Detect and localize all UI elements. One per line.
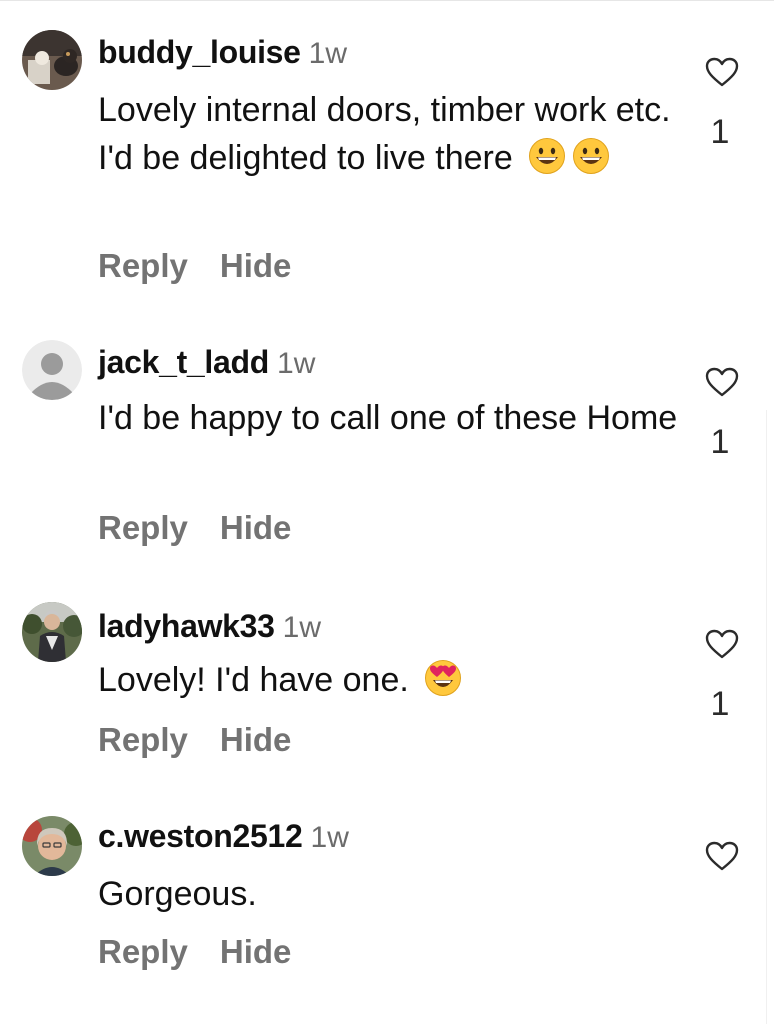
hide-button[interactable]: Hide [220, 246, 292, 286]
username[interactable]: ladyhawk33 [98, 608, 275, 644]
heart-eyes-emoji [425, 660, 462, 696]
comment-header: jack_t_ladd 1w [98, 342, 315, 384]
timestamp: 1w [308, 37, 348, 70]
comment-item: ladyhawk33 1w Lovely! I'd have one. Reply… [0, 570, 774, 786]
grinning-face-emoji [529, 138, 566, 174]
reply-button[interactable]: Reply [98, 720, 188, 760]
comment-header: ladyhawk33 1w [98, 606, 321, 648]
avatar[interactable] [22, 602, 82, 662]
comment-text: Gorgeous. [98, 870, 678, 918]
comment-text: Lovely internal doors, timber work etc. … [98, 86, 678, 182]
comment-body: Gorgeous. [98, 875, 257, 913]
comment-actions: Reply Hide [98, 246, 291, 286]
heart-outline-icon[interactable] [704, 366, 740, 398]
reply-button[interactable]: Reply [98, 246, 188, 286]
hide-button[interactable]: Hide [220, 932, 292, 972]
timestamp: 1w [282, 611, 322, 644]
username[interactable]: c.weston2512 [98, 818, 303, 854]
comment-item: c.weston2512 1w Gorgeous. Reply Hide [0, 786, 774, 1024]
heart-outline-icon[interactable] [704, 840, 740, 872]
avatar[interactable] [22, 816, 82, 876]
comment-actions: Reply Hide [98, 932, 291, 972]
reply-button[interactable]: Reply [98, 932, 188, 972]
timestamp: 1w [277, 347, 316, 380]
timestamp: 1w [310, 821, 349, 854]
like-count: 1 [710, 423, 730, 461]
like-count: 1 [710, 685, 730, 723]
comment-text: Lovely! I'd have one. [98, 656, 678, 704]
comment-body: Lovely! I'd have one. [98, 661, 409, 699]
comment-actions: Reply Hide [98, 508, 291, 548]
hide-button[interactable]: Hide [220, 508, 292, 548]
comment-body: I'd be happy to call one of these Home [98, 399, 678, 437]
avatar[interactable] [22, 340, 82, 400]
comment-item: jack_t_ladd 1w I'd be happy to call one o… [0, 310, 774, 570]
grinning-face-emoji [573, 138, 610, 174]
comment-header: buddy_louise 1w [98, 32, 347, 74]
username[interactable]: buddy_louise [98, 34, 301, 70]
hide-button[interactable]: Hide [220, 720, 292, 760]
heart-outline-icon[interactable] [704, 628, 740, 660]
reply-button[interactable]: Reply [98, 508, 188, 548]
heart-outline-icon[interactable] [704, 56, 740, 88]
comment-item: buddy_louise 1w Lovely internal doors, ti… [0, 0, 774, 310]
comment-text: I'd be happy to call one of these Home [98, 394, 678, 442]
comment-header: c.weston2512 1w [98, 816, 349, 858]
comment-actions: Reply Hide [98, 720, 291, 760]
like-count: 1 [710, 113, 730, 151]
avatar[interactable] [22, 30, 82, 90]
username[interactable]: jack_t_ladd [98, 344, 269, 380]
